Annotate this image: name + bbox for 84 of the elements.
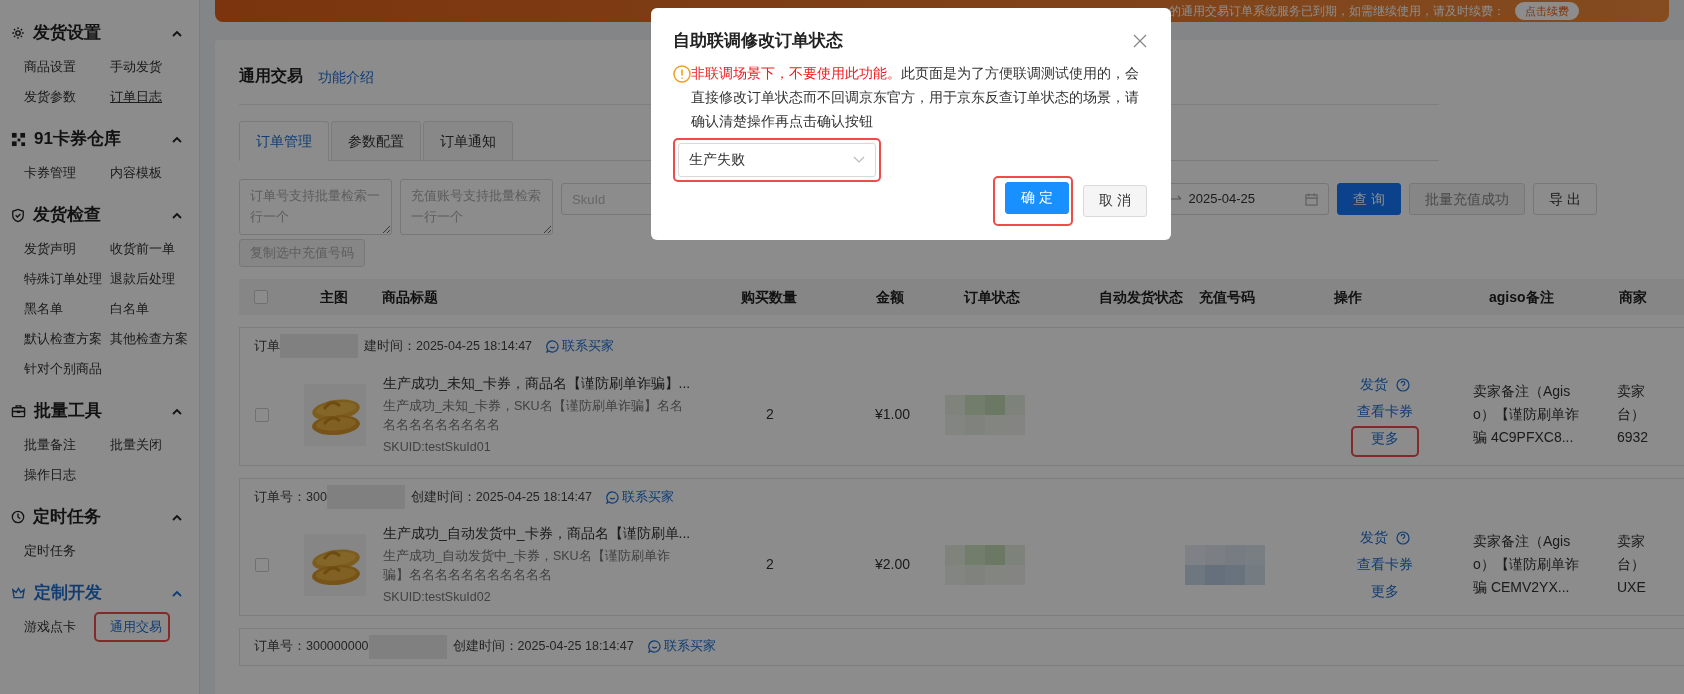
- group-title[interactable]: 发货设置: [33, 20, 172, 46]
- tab[interactable]: 订单管理: [239, 121, 329, 161]
- sidebar-item[interactable]: 其他检查方案: [110, 330, 188, 348]
- seller-note: 卖家备注（Agiso）【谨防刷单诈骗 4C9PFXC8...: [1473, 382, 1580, 447]
- column-header: 订单状态: [964, 288, 1020, 305]
- amount: ¥1.00: [874, 406, 910, 422]
- intro-link[interactable]: 功能介绍: [318, 67, 374, 88]
- contact-buyer-link[interactable]: 联系买家: [647, 637, 716, 657]
- column-header: 自动发货状态: [1099, 288, 1183, 305]
- column-header: 主图: [320, 288, 348, 305]
- created-time: 创建时间：2025-04-25 18:14:47: [410, 488, 592, 506]
- group-title[interactable]: 定制开发: [34, 580, 172, 606]
- sidebar-item[interactable]: 订单日志: [110, 88, 162, 106]
- page-title: 通用交易: [239, 66, 303, 86]
- merchant-note: 台）: [1617, 405, 1646, 424]
- column-header: 商品标题: [382, 288, 438, 305]
- status-select[interactable]: 生产失败: [678, 142, 876, 177]
- action-link[interactable]: 更多: [1371, 581, 1399, 603]
- sidebar-item[interactable]: 游戏点卡: [24, 618, 76, 636]
- column-header: agiso备注: [1489, 288, 1554, 305]
- tab[interactable]: 参数配置: [331, 121, 421, 161]
- order-number: 订单号：300000000: [254, 638, 369, 656]
- group-title[interactable]: 批量工具: [34, 398, 172, 424]
- column-header: 购买数量: [741, 288, 797, 305]
- quantity: 2: [766, 406, 774, 422]
- sidebar-item[interactable]: 内容模板: [110, 164, 162, 182]
- merchant-note: 卖家: [1617, 532, 1646, 552]
- sidebar-item[interactable]: 退款后处理: [110, 270, 175, 288]
- sidebar-item[interactable]: 通用交易: [110, 618, 162, 636]
- action-link[interactable]: 查看卡券: [1357, 401, 1413, 422]
- created-time: 创建时间：2025-04-25 18:14:47: [452, 638, 634, 656]
- sidebar-item[interactable]: 发货参数: [24, 88, 76, 106]
- column-header: 金额: [876, 288, 904, 305]
- sidebar-item[interactable]: 操作日志: [24, 466, 76, 484]
- sidebar-item[interactable]: 默认检查方案: [24, 330, 102, 348]
- sidebar-item[interactable]: 批量备注: [24, 436, 76, 454]
- merchant-note: UXE: [1617, 578, 1647, 598]
- sidebar-item[interactable]: 卡券管理: [24, 164, 76, 182]
- group-title[interactable]: 定时任务: [33, 504, 172, 530]
- column-header: 充值号码: [1199, 288, 1255, 305]
- sku-id: SKUID:testSkuId01: [383, 438, 492, 456]
- dialog-title: 自助联调修改订单状态: [673, 30, 843, 52]
- product-title: 生产成功_未知_卡券，商品名【谨防刷单诈骗】...: [383, 373, 692, 393]
- tab[interactable]: 订单通知: [423, 121, 513, 161]
- dialog-button[interactable]: 取 消: [1083, 184, 1147, 217]
- sidebar-item[interactable]: 针对个别商品: [24, 360, 102, 378]
- group-title[interactable]: 发货检查: [33, 202, 172, 228]
- sidebar-item[interactable]: 收货前一单: [110, 240, 175, 258]
- order-number: 订单号：300: [254, 488, 327, 506]
- dialog-button[interactable]: 确 定: [1005, 181, 1070, 214]
- merchant-note: 卖家: [1617, 382, 1646, 401]
- created-time: 建时间：2025-04-25 18:14:47: [364, 337, 533, 355]
- sku-id: SKUID:testSkuId02: [383, 589, 492, 606]
- dialog-message: 非联调场景下，不要使用此功能。此页面是为了方便联调测试使用的，会直接修改订单状态而不回调京东官方，用于京东反查订单状态的场景，请确认清楚操作再点击确认按钮: [691, 64, 1140, 131]
- column-header: 商家: [1619, 288, 1647, 305]
- filter-button[interactable]: 导 出: [1532, 183, 1597, 215]
- sidebar-item[interactable]: 批量关闭: [110, 436, 162, 454]
- group-title[interactable]: 91卡券仓库: [34, 126, 172, 152]
- action-link[interactable]: 发货: [1360, 527, 1410, 549]
- action-link[interactable]: 发货: [1360, 374, 1410, 395]
- sidebar-item[interactable]: 发货声明: [24, 240, 76, 258]
- sidebar-item[interactable]: 商品设置: [24, 58, 76, 76]
- sidebar-item[interactable]: 特殊订单处理: [24, 270, 102, 288]
- sku-name: 生产成功_未知_卡券，SKU名【谨防刷单诈骗】名名名名名名名名名名名: [383, 397, 684, 434]
- merchant-note: 台）: [1617, 555, 1646, 575]
- filter-button[interactable]: 查 询: [1337, 183, 1401, 215]
- column-header: 操作: [1334, 288, 1362, 305]
- contact-buyer-link[interactable]: 联系买家: [546, 336, 615, 356]
- sidebar-item[interactable]: 手动发货: [110, 58, 162, 76]
- contact-buyer-link[interactable]: 联系买家: [605, 487, 674, 507]
- sidebar-item[interactable]: 白名单: [110, 300, 149, 318]
- quantity: 2: [766, 556, 774, 573]
- sidebar-item[interactable]: 黑名单: [24, 300, 63, 318]
- seller-note: 卖家备注（Agiso）【谨防刷单诈骗 CEMV2YX...: [1473, 532, 1580, 598]
- sku-name: 生产成功_自动发货中_卡券，SKU名【谨防刷单诈骗】名名名名名名名名名名名: [383, 548, 671, 584]
- action-link[interactable]: 更多: [1371, 428, 1399, 449]
- merchant-note: 6932: [1617, 428, 1650, 447]
- product-title: 生产成功_自动发货中_卡券，商品名【谨防刷单...: [383, 524, 692, 543]
- action-link[interactable]: 查看卡券: [1357, 554, 1413, 576]
- renew-button[interactable]: 点击续费: [1515, 2, 1579, 20]
- amount: ¥2.00: [874, 556, 910, 573]
- order-number: 订单: [254, 337, 280, 355]
- sidebar-item[interactable]: 定时任务: [24, 542, 76, 560]
- date-value: 2025-04-25: [1188, 190, 1255, 209]
